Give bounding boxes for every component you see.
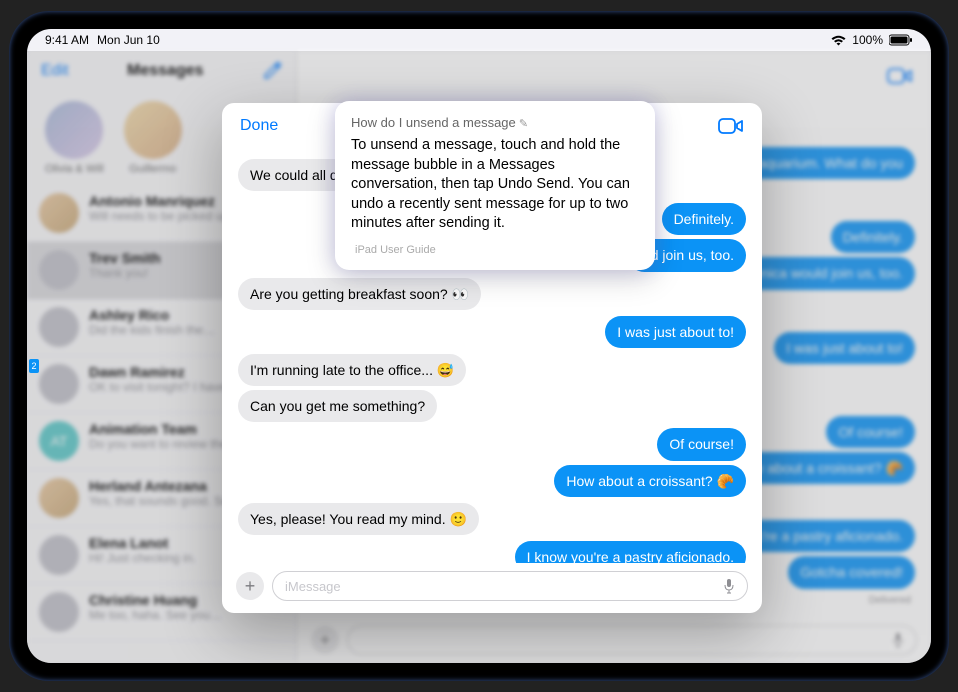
input-placeholder: iMessage	[285, 579, 341, 594]
siri-source[interactable]: iPad User Guide	[351, 244, 639, 256]
status-time: 9:41 AM	[45, 33, 89, 47]
message-bubble-received[interactable]: Can you get me something?	[238, 390, 437, 422]
battery-label: 100%	[852, 33, 883, 47]
message-bubble-received[interactable]: I'm running late to the office... 😅	[238, 354, 466, 386]
done-button[interactable]: Done	[240, 117, 278, 135]
wifi-icon	[831, 35, 846, 46]
message-bubble-received[interactable]: Yes, please! You read my mind. 🙂	[238, 503, 479, 535]
add-attachment-button[interactable]: +	[236, 572, 264, 600]
modal-input-bar: + iMessage	[222, 563, 762, 613]
siri-answer: To unsend a message, touch and hold the …	[351, 136, 639, 234]
ipad-device-frame: 9:41 AM Mon Jun 10 100% Edit Messages	[9, 11, 949, 681]
message-bubble-sent[interactable]: Of course!	[657, 428, 746, 460]
ipad-screen: 9:41 AM Mon Jun 10 100% Edit Messages	[27, 29, 931, 663]
status-date: Mon Jun 10	[97, 33, 160, 47]
message-bubble-sent[interactable]: How about a croissant? 🥐	[554, 465, 746, 497]
message-bubble-received[interactable]: We could all d	[238, 159, 350, 191]
battery-icon	[889, 34, 913, 46]
siri-knowledge-card[interactable]: How do I unsend a message To unsend a me…	[335, 101, 655, 270]
facetime-icon[interactable]	[718, 117, 744, 135]
message-bubble-sent[interactable]: I know you're a pastry aficionado.	[515, 541, 746, 563]
message-input[interactable]: iMessage	[272, 571, 748, 601]
message-bubble-sent[interactable]: Definitely.	[662, 203, 746, 235]
mic-icon[interactable]	[723, 578, 735, 594]
message-bubble-sent[interactable]: I was just about to!	[605, 316, 746, 348]
siri-query[interactable]: How do I unsend a message	[351, 115, 639, 130]
message-bubble-received[interactable]: Are you getting breakfast soon? 👀	[238, 278, 481, 310]
status-bar: 9:41 AM Mon Jun 10 100%	[27, 29, 931, 51]
annotation-marker: 2	[29, 359, 39, 373]
